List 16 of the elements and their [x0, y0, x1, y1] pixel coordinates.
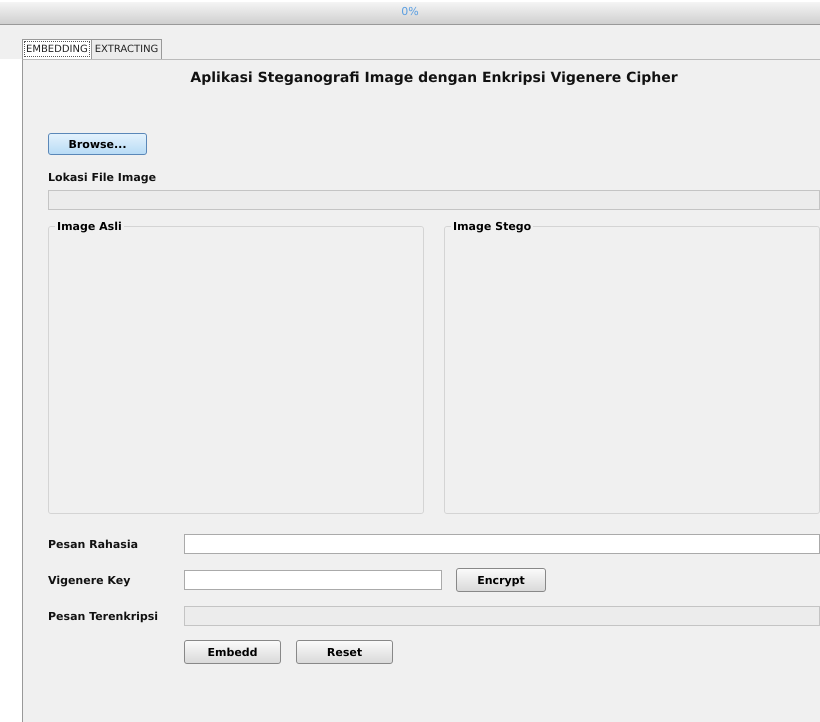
encrypt-button[interactable]: Encrypt: [456, 568, 546, 592]
progress-text: 0%: [401, 5, 419, 18]
panel-title: Image Stego: [451, 220, 534, 233]
field-label: Pesan Terenkripsi: [48, 610, 160, 622]
tab[interactable]: EMBEDDING: [22, 39, 92, 59]
action-button[interactable]: Embedd: [184, 640, 281, 664]
app-title: Aplikasi Steganografi Image dengan Enkripsi Vigenere Cipher: [189, 70, 679, 86]
browse-button[interactable]: Browse...: [48, 133, 147, 155]
text-field[interactable]: [184, 534, 820, 554]
tab[interactable]: EXTRACTING: [90, 39, 162, 59]
field-label: Vigenere Key: [48, 574, 132, 586]
field-label: Lokasi File Image: [48, 171, 156, 184]
text-field[interactable]: [184, 570, 442, 590]
panel-title: Image Asli: [55, 220, 124, 233]
action-button[interactable]: Reset: [296, 640, 393, 664]
field-label: Pesan Rahasia: [48, 538, 140, 550]
